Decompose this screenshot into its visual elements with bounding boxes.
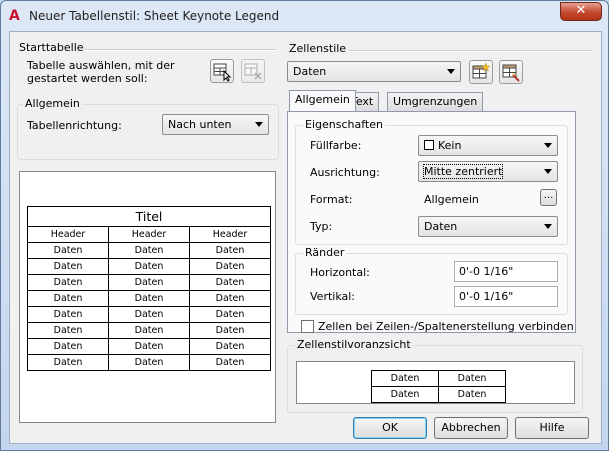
preview-data-cell: Daten: [108, 242, 190, 259]
preview-data-cell: Daten: [108, 306, 190, 323]
select-start-table-button[interactable]: [210, 59, 234, 83]
preview-table: Titel Header Header Header Daten Daten Dat…: [27, 206, 271, 371]
merge-cells-checkbox[interactable]: [301, 320, 314, 333]
preview-data-cell: Daten: [27, 354, 109, 371]
cell-preview-group-title: Zellenstilvoranzsicht: [295, 338, 413, 351]
cell-preview-cell: Daten: [371, 370, 439, 387]
cell-preview-cell: Daten: [438, 386, 506, 403]
alignment-dropdown[interactable]: Mitte zentriert: [418, 161, 558, 182]
margins-group-title: Ränder: [303, 246, 347, 259]
general-group-title: Allgemein: [23, 97, 82, 110]
preview-data-cell: Daten: [27, 274, 109, 291]
preview-data-cell: Daten: [108, 338, 190, 355]
preview-data-cell: Daten: [27, 322, 109, 339]
horizontal-margin-input[interactable]: 0'-0 1/16": [454, 261, 558, 282]
preview-data-cell: Daten: [108, 274, 190, 291]
cell-preview-cell: Daten: [438, 370, 506, 387]
new-cell-style-button[interactable]: [469, 60, 493, 84]
start-table-label-line1: Tabelle auswählen, mit der: [27, 59, 175, 72]
vertical-margin-label: Vertikal:: [310, 290, 356, 303]
help-button[interactable]: Hilfe: [515, 417, 589, 439]
format-value: Allgemein: [424, 193, 479, 206]
start-table-group-title: Starttabelle: [19, 41, 84, 54]
delete-table-icon: [244, 63, 262, 80]
close-button[interactable]: ✕: [560, 2, 602, 21]
manage-cell-styles-button[interactable]: [499, 60, 523, 84]
type-label: Typ:: [310, 220, 333, 233]
cancel-button[interactable]: Abbrechen: [434, 417, 508, 439]
fill-color-dropdown[interactable]: Kein: [418, 135, 558, 156]
cell-style-preview: Daten Daten Daten Daten: [296, 361, 575, 404]
vertical-margin-input[interactable]: 0'-0 1/16": [454, 286, 558, 307]
horizontal-margin-label: Horizontal:: [310, 266, 370, 279]
delete-start-table-button[interactable]: [241, 59, 265, 83]
divider: [84, 49, 276, 51]
window-title: Neuer Tabellenstil: Sheet Keynote Legend: [29, 9, 280, 23]
fill-color-value: Kein: [438, 139, 462, 152]
preview-data-cell: Daten: [108, 322, 190, 339]
new-cell-style-icon: [472, 62, 491, 79]
close-icon: ✕: [575, 3, 587, 18]
type-dropdown[interactable]: Daten: [418, 216, 558, 237]
preview-data-cell: Daten: [108, 258, 190, 275]
chevron-down-icon: [544, 224, 552, 229]
tab-allgemein[interactable]: Allgemein: [289, 90, 356, 111]
preview-data-cell: Daten: [189, 354, 271, 371]
preview-header-cell: Header: [27, 226, 109, 243]
preview-data-cell: Daten: [27, 306, 109, 323]
cell-styles-group-title: Zellenstile: [289, 42, 347, 55]
cell-preview-cell: Daten: [371, 386, 439, 403]
start-table-label-line2: gestartet werden soll:: [27, 72, 148, 85]
alignment-label: Ausrichtung:: [310, 166, 380, 179]
preview-data-cell: Daten: [27, 338, 109, 355]
alignment-value: Mitte zentriert: [422, 164, 504, 179]
preview-data-cell: Daten: [108, 290, 190, 307]
dialog-client-area: Starttabelle Tabelle auswählen, mit der …: [9, 31, 602, 444]
dialog-window: A Neuer Tabellenstil: Sheet Keynote Lege…: [0, 0, 609, 451]
autocad-app-icon: A: [9, 8, 20, 24]
table-direction-dropdown[interactable]: Nach unten: [162, 114, 269, 135]
select-table-icon: [213, 63, 232, 82]
preview-data-cell: Daten: [27, 242, 109, 259]
format-browse-button[interactable]: ...: [540, 189, 557, 206]
preview-data-cell: Daten: [189, 274, 271, 291]
format-label: Format:: [310, 193, 353, 206]
chevron-down-icon: [544, 143, 552, 148]
preview-header-cell: Header: [108, 226, 190, 243]
preview-data-cell: Daten: [27, 290, 109, 307]
preview-data-cell: Daten: [189, 290, 271, 307]
merge-cells-label: Zellen bei Zeilen-/Spaltenerstellung ver…: [318, 320, 574, 333]
preview-data-cell: Daten: [189, 306, 271, 323]
type-value: Daten: [424, 220, 458, 233]
manage-cell-styles-icon: [502, 64, 520, 82]
divider: [348, 50, 592, 52]
preview-data-cell: Daten: [189, 322, 271, 339]
ok-button[interactable]: OK: [353, 417, 427, 439]
properties-group-title: Eigenschaften: [303, 118, 385, 131]
tab-panel-general: Eigenschaften Füllfarbe: Kein Ausrichtun…: [287, 111, 576, 333]
preview-title-cell: Titel: [27, 206, 271, 227]
preview-header-cell: Header: [189, 226, 271, 243]
title-bar[interactable]: A Neuer Tabellenstil: Sheet Keynote Lege…: [1, 1, 608, 31]
cell-preview-group: Daten Daten Daten Daten: [287, 345, 583, 413]
table-preview: Titel Header Header Header Daten Daten Dat…: [19, 171, 276, 423]
color-swatch-icon: [424, 140, 434, 150]
fill-color-label: Füllfarbe:: [310, 139, 362, 152]
cell-style-dropdown[interactable]: Daten: [287, 61, 461, 82]
chevron-down-icon: [255, 122, 263, 127]
table-direction-label: Tabellenrichtung:: [27, 119, 122, 132]
chevron-down-icon: [544, 169, 552, 174]
cell-preview-table: Daten Daten Daten Daten: [371, 370, 506, 403]
preview-data-cell: Daten: [189, 242, 271, 259]
chevron-down-icon: [447, 69, 455, 74]
tab-umgrenzungen[interactable]: Umgrenzungen: [387, 92, 484, 111]
preview-data-cell: Daten: [189, 338, 271, 355]
table-direction-value: Nach unten: [168, 118, 232, 131]
preview-data-cell: Daten: [189, 258, 271, 275]
preview-data-cell: Daten: [108, 354, 190, 371]
preview-data-cell: Daten: [27, 258, 109, 275]
cell-style-value: Daten: [293, 65, 327, 78]
